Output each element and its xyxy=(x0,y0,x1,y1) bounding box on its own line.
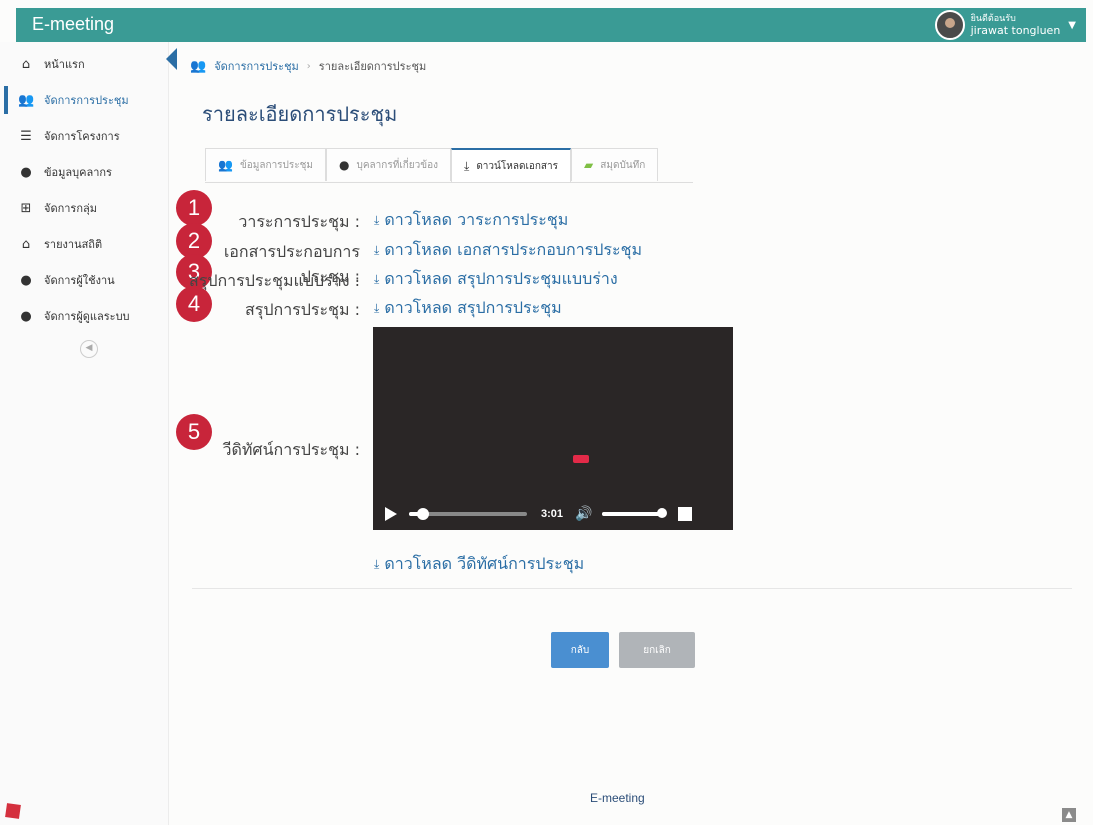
tab-bar: 👥 ข้อมูลการประชุม ● บุคลากรที่เกี่ยวข้อง… xyxy=(205,148,693,183)
sidebar-item-label: ข้อมูลบุคลากร xyxy=(44,166,112,179)
list-icon: ☰ xyxy=(20,128,32,144)
divider xyxy=(192,588,1072,589)
volume-slider[interactable] xyxy=(602,508,668,518)
download-icon: ⤓ xyxy=(374,213,380,227)
video-controls: 3:01 🔊 xyxy=(373,498,733,530)
link-text: ดาวโหลด สรุปการประชุม xyxy=(384,298,562,317)
breadcrumb: 👥 จัดการการประชุม › รายละเอียดการประชุม xyxy=(190,57,426,75)
sidebar-item-personnel[interactable]: ● ข้อมูลบุคลากร xyxy=(18,162,112,182)
user-icon: ● xyxy=(20,164,32,180)
download-supporting-docs-link[interactable]: ⤓ ดาวโหลด เอกสารประกอบการประชุม xyxy=(374,238,642,263)
progress-handle[interactable] xyxy=(417,508,430,520)
user-icon: ● xyxy=(20,308,32,324)
video-player[interactable]: 3:01 🔊 xyxy=(373,327,733,530)
sidebar-item-projects[interactable]: ☰ จัดการโครงการ xyxy=(18,126,120,146)
link-text: ดาวโหลด เอกสารประกอบการประชุม xyxy=(384,240,643,259)
link-text: ดาวโหลด สรุปการประชุมแบบร่าง xyxy=(384,269,618,288)
volume-handle[interactable] xyxy=(657,508,668,518)
book-icon: ▰ xyxy=(584,158,594,172)
sidebar-item-groups[interactable]: ⊞ จัดการกลุ่ม xyxy=(18,198,97,218)
tab-label: บุคลากรที่เกี่ยวข้อง xyxy=(356,159,438,171)
sidebar-item-label: จัดการกลุ่ม xyxy=(44,202,97,215)
sidebar-item-label: จัดการโครงการ xyxy=(44,130,120,143)
draft-summary-label: สรุปการประชุมแบบร่าง : xyxy=(188,271,360,290)
sidebar-item-meetings[interactable]: 👥 จัดการการประชุม xyxy=(18,90,129,110)
home-icon: ⌂ xyxy=(21,56,31,72)
user-icon: ● xyxy=(339,158,350,172)
breadcrumb-root[interactable]: จัดการการประชุม xyxy=(214,57,299,75)
tab-label: ดาวน์โหลดเอกสาร xyxy=(476,160,559,172)
user-icon: ● xyxy=(20,272,32,288)
play-icon[interactable] xyxy=(385,507,397,521)
tab-related-personnel[interactable]: ● บุคลากรที่เกี่ยวข้อง xyxy=(326,148,451,181)
sidebar-item-label: รายงานสถิติ xyxy=(44,238,103,251)
users-icon: 👥 xyxy=(190,58,207,74)
sidebar-item-label: จัดการผู้ใช้งาน xyxy=(44,274,115,287)
tab-notebook[interactable]: ▰ สมุดบันทึก xyxy=(571,148,659,181)
footer-text: E-meeting xyxy=(590,791,645,805)
user-menu[interactable]: ยินดีต้อนรับ jirawat tongluen ▼ xyxy=(934,10,1076,40)
sidebar-item-reports[interactable]: ⌂ รายงานสถิติ xyxy=(18,234,102,254)
sidebar-item-admins[interactable]: ● จัดการผู้ดูแลระบบ xyxy=(18,306,130,326)
collapse-sidebar-icon[interactable]: ◀ xyxy=(80,340,98,358)
scroll-top-icon[interactable]: ▲ xyxy=(1062,808,1076,822)
link-text: ดาวโหลด วาระการประชุม xyxy=(384,210,569,229)
video-time: 3:01 xyxy=(541,508,564,520)
sidebar-item-users[interactable]: ● จัดการผู้ใช้งาน xyxy=(18,270,115,290)
download-video-link[interactable]: ⤓ ดาวโหลด วีดิทัศน์การประชุม xyxy=(374,552,584,577)
volume-fill xyxy=(602,512,663,516)
top-navbar: E-meeting ยินดีต้อนรับ jirawat tongluen … xyxy=(16,8,1086,42)
download-agenda-link[interactable]: ⤓ ดาวโหลด วาระการประชุม xyxy=(374,208,568,233)
plus-square-icon: ⊞ xyxy=(20,200,32,216)
summary-label: สรุปการประชุม : xyxy=(244,300,360,319)
tab-meeting-info[interactable]: 👥 ข้อมูลการประชุม xyxy=(205,148,327,181)
video-frame xyxy=(573,455,589,463)
user-info[interactable]: ยินดีต้อนรับ jirawat tongluen xyxy=(971,13,1061,37)
link-text: ดาวโหลด วีดิทัศน์การประชุม xyxy=(384,554,585,573)
users-icon: 👥 xyxy=(18,92,35,108)
user-avatar[interactable] xyxy=(934,10,965,40)
sidebar-item-home[interactable]: ⌂ หน้าแรก xyxy=(18,54,85,74)
download-summary-link[interactable]: ⤓ ดาวโหลด สรุปการประชุม xyxy=(374,296,562,321)
tab-download-documents[interactable]: ⤓ ดาวน์โหลดเอกสาร xyxy=(451,148,572,182)
download-icon: ⤓ xyxy=(464,158,470,173)
download-icon: ⤓ xyxy=(374,243,380,257)
download-icon: ⤓ xyxy=(374,557,380,571)
active-indicator xyxy=(4,86,8,114)
app-logo-icon xyxy=(5,803,21,819)
video-label: วีดิทัศน์การประชุม : xyxy=(222,440,360,459)
sidebar-item-label: จัดการการประชุม xyxy=(44,94,129,107)
active-arrow-icon xyxy=(166,48,177,70)
video-progress-bar[interactable] xyxy=(409,508,527,520)
sidebar-item-label: หน้าแรก xyxy=(44,58,85,71)
back-button[interactable]: กลับ xyxy=(551,632,609,668)
sidebar: ⌂ หน้าแรก 👥 จัดการการประชุม ☰ จัดการโครง… xyxy=(0,42,169,825)
user-name: jirawat tongluen xyxy=(970,24,1061,37)
download-icon: ⤓ xyxy=(374,301,380,315)
volume-icon[interactable]: 🔊 xyxy=(575,506,592,522)
sidebar-item-label: จัดการผู้ดูแลระบบ xyxy=(44,310,130,323)
tab-label: ข้อมูลการประชุม xyxy=(239,159,314,171)
tab-label: สมุดบันทึก xyxy=(600,159,646,171)
download-icon: ⤓ xyxy=(374,272,380,286)
caret-down-icon[interactable]: ▼ xyxy=(1068,20,1076,31)
breadcrumb-separator: › xyxy=(306,60,311,72)
users-icon: 👥 xyxy=(218,158,233,172)
app-brand[interactable]: E-meeting xyxy=(32,14,114,35)
home-icon: ⌂ xyxy=(21,236,31,252)
fullscreen-icon[interactable] xyxy=(678,507,693,521)
breadcrumb-current: รายละเอียดการประชุม xyxy=(318,60,427,73)
page-title: รายละเอียดการประชุม xyxy=(202,102,398,126)
download-draft-summary-link[interactable]: ⤓ ดาวโหลด สรุปการประชุมแบบร่าง xyxy=(374,267,618,292)
cancel-button[interactable]: ยกเลิก xyxy=(619,632,695,668)
